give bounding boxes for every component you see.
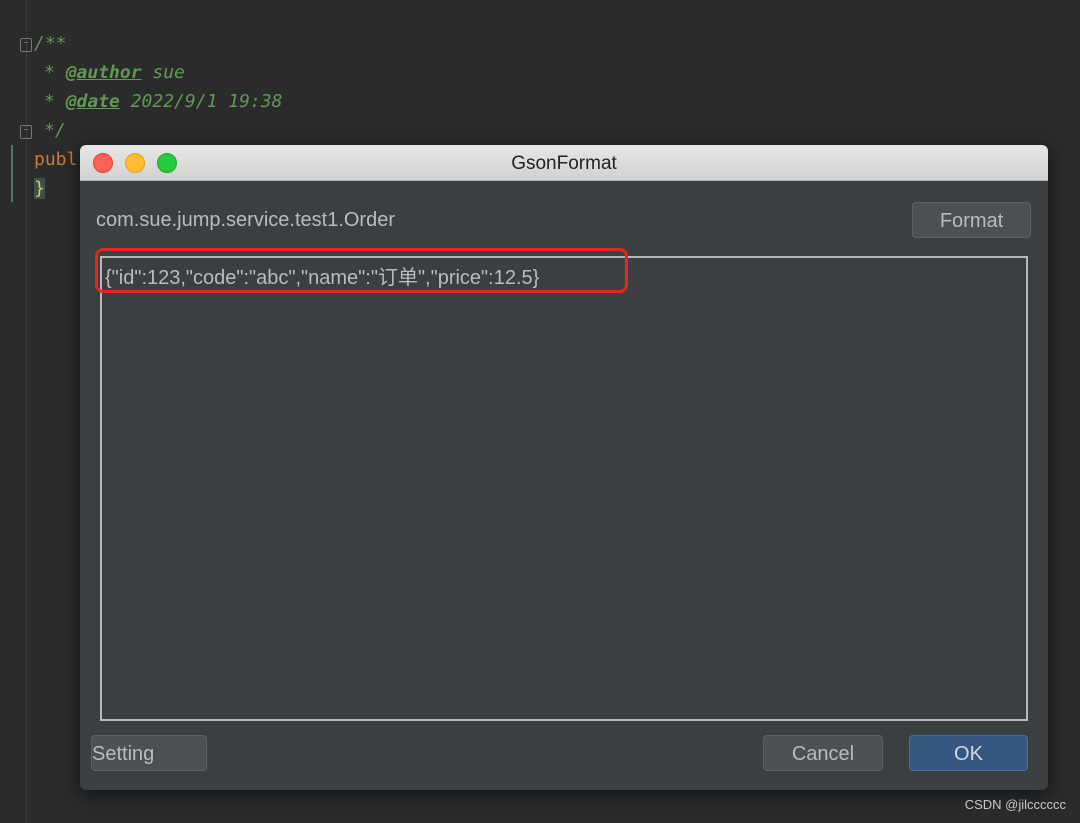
setting-button[interactable]: Setting [91, 735, 207, 771]
fold-collapse-icon[interactable]: − [20, 38, 32, 52]
dialog-title: GsonFormat [511, 153, 617, 174]
code-keyword: publ [34, 149, 78, 170]
cancel-button[interactable]: Cancel [763, 735, 883, 771]
comment-date-line: * @date 2022/9/1 19:38 [44, 91, 283, 112]
ok-button[interactable]: OK [909, 735, 1028, 771]
title-bar[interactable]: GsonFormat [80, 145, 1048, 181]
format-button[interactable]: Format [912, 202, 1031, 238]
class-name-label: com.sue.jump.service.test1.Order [96, 209, 395, 231]
code-brace: } [34, 178, 45, 199]
comment-end: */ [44, 120, 66, 141]
change-marker [11, 145, 13, 202]
comment-author-line: * @author sue [44, 62, 185, 83]
highlight-box [95, 248, 628, 293]
gutter-divider [26, 0, 27, 823]
json-input[interactable]: {"id":123,"code":"abc","name":"订单","pric… [100, 256, 1028, 721]
fold-end-icon[interactable]: − [20, 125, 32, 139]
gsonformat-dialog: GsonFormat com.sue.jump.service.test1.Or… [80, 145, 1048, 790]
watermark: CSDN @jilcccccc [964, 797, 1066, 812]
comment-start: /** [34, 33, 67, 54]
